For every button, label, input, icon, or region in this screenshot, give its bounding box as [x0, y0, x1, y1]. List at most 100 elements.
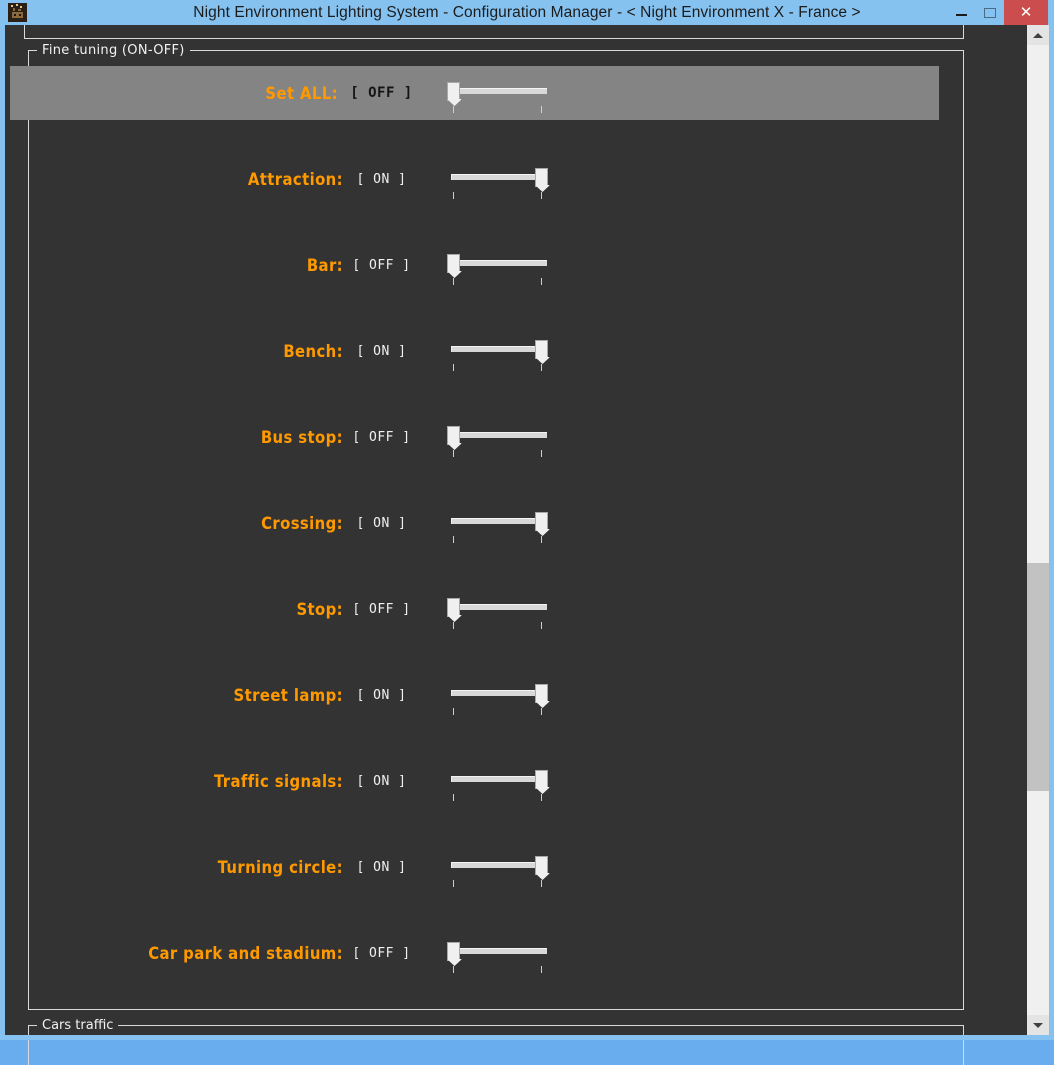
title-bar[interactable]: Night Environment Lighting System - Conf…: [0, 0, 1054, 25]
setting-label: Crossing:: [261, 513, 343, 533]
setting-label: Bench:: [283, 341, 343, 361]
slider-tick-max: [541, 966, 542, 973]
setting-slider[interactable]: [447, 416, 551, 458]
slider-tick-max: [541, 622, 542, 629]
previous-group-box-partial: [24, 25, 964, 39]
close-button[interactable]: ✕: [1004, 0, 1048, 25]
setting-row: Street lamp: [ ON ]: [29, 668, 963, 722]
setting-slider[interactable]: [447, 932, 551, 974]
setting-label: Traffic signals:: [214, 771, 343, 791]
slider-tick-min: [453, 536, 454, 543]
slider-tick-min: [453, 364, 454, 371]
slider-track[interactable]: [451, 88, 547, 94]
slider-tick-min: [453, 708, 454, 715]
setting-slider[interactable]: [447, 72, 551, 114]
maximize-button[interactable]: [976, 0, 1004, 25]
slider-thumb[interactable]: [535, 684, 548, 703]
slider-thumb[interactable]: [535, 856, 548, 875]
slider-tick-min: [453, 794, 454, 801]
slider-track[interactable]: [451, 776, 547, 782]
minimize-button[interactable]: [946, 0, 976, 25]
slider-tick-max: [541, 450, 542, 457]
setting-state-value: [ ON ]: [356, 687, 407, 703]
slider-thumb[interactable]: [447, 426, 460, 445]
slider-thumb[interactable]: [535, 770, 548, 789]
slider-tick-min: [453, 192, 454, 199]
setting-state-value: [ OFF ]: [352, 945, 411, 961]
setting-slider[interactable]: [447, 330, 551, 372]
cars-traffic-group-box: [28, 1025, 964, 1065]
setting-label: Attraction:: [247, 169, 343, 189]
slider-track[interactable]: [451, 174, 547, 180]
setting-row: Stop: [ OFF ]: [29, 582, 963, 636]
setting-row: Turning circle: [ ON ]: [29, 840, 963, 894]
slider-tick-min: [453, 450, 454, 457]
setting-state-value: [ ON ]: [356, 859, 407, 875]
setting-row: Set ALL: [ OFF ]: [10, 66, 939, 120]
setting-state-value: [ OFF ]: [352, 257, 411, 273]
setting-slider[interactable]: [447, 158, 551, 200]
setting-label: Bus stop:: [260, 427, 343, 447]
setting-slider[interactable]: [447, 588, 551, 630]
slider-track[interactable]: [451, 862, 547, 868]
slider-tick-max: [541, 880, 542, 887]
slider-track[interactable]: [451, 346, 547, 352]
setting-slider[interactable]: [447, 846, 551, 888]
slider-thumb[interactable]: [535, 340, 548, 359]
slider-thumb[interactable]: [447, 598, 460, 617]
setting-label: Stop:: [296, 599, 343, 619]
slider-tick-min: [453, 966, 454, 973]
setting-row: Bar: [ OFF ]: [29, 238, 963, 292]
setting-label: Set ALL:: [265, 83, 338, 103]
slider-track[interactable]: [451, 260, 547, 266]
slider-tick-min: [453, 106, 454, 113]
setting-state-value: [ ON ]: [356, 515, 407, 531]
setting-row: Bus stop: [ OFF ]: [29, 410, 963, 464]
setting-label: Car park and stadium:: [148, 943, 343, 963]
slider-tick-max: [541, 708, 542, 715]
slider-tick-max: [541, 536, 542, 543]
scrollbar-thumb[interactable]: [1027, 563, 1049, 791]
vertical-scrollbar[interactable]: [1027, 25, 1049, 1035]
slider-thumb[interactable]: [447, 82, 460, 101]
setting-row: Car park and stadium: [ OFF ]: [29, 926, 963, 980]
setting-row: Bench: [ ON ]: [29, 324, 963, 378]
slider-tick-max: [541, 794, 542, 801]
setting-state-value: [ ON ]: [356, 773, 407, 789]
slider-track[interactable]: [451, 604, 547, 610]
setting-label: Turning circle:: [217, 857, 343, 877]
setting-label: Bar:: [306, 255, 343, 275]
slider-thumb[interactable]: [535, 168, 548, 187]
slider-track[interactable]: [451, 432, 547, 438]
slider-thumb[interactable]: [535, 512, 548, 531]
scrollbar-up-button[interactable]: [1027, 25, 1049, 45]
down-arrow-icon: [1033, 1022, 1043, 1028]
setting-state-value: [ OFF ]: [352, 601, 411, 617]
setting-state-value: [ OFF ]: [352, 429, 411, 445]
setting-slider[interactable]: [447, 244, 551, 286]
slider-thumb[interactable]: [447, 942, 460, 961]
slider-tick-max: [541, 278, 542, 285]
scrollbar-track-lower[interactable]: [1027, 791, 1049, 1015]
slider-thumb[interactable]: [447, 254, 460, 273]
setting-state-value: [ ON ]: [356, 171, 407, 187]
maximize-icon: [984, 7, 996, 18]
setting-slider[interactable]: [447, 674, 551, 716]
slider-track[interactable]: [451, 948, 547, 954]
slider-track[interactable]: [451, 690, 547, 696]
setting-label: Street lamp:: [233, 685, 343, 705]
slider-tick-max: [541, 364, 542, 371]
fine-tuning-legend: Fine tuning (ON-OFF): [37, 43, 190, 58]
setting-state-value: [ OFF ]: [350, 85, 413, 101]
scrollbar-track-upper[interactable]: [1027, 45, 1049, 563]
minimize-icon: [955, 14, 967, 16]
setting-row: Attraction: [ ON ]: [29, 152, 963, 206]
up-arrow-icon: [1033, 32, 1043, 38]
setting-slider[interactable]: [447, 502, 551, 544]
slider-tick-max: [541, 106, 542, 113]
slider-track[interactable]: [451, 518, 547, 524]
window-title: Night Environment Lighting System - Conf…: [193, 4, 861, 21]
scrollbar-down-button[interactable]: [1027, 1015, 1049, 1035]
setting-state-value: [ ON ]: [356, 343, 407, 359]
setting-slider[interactable]: [447, 760, 551, 802]
